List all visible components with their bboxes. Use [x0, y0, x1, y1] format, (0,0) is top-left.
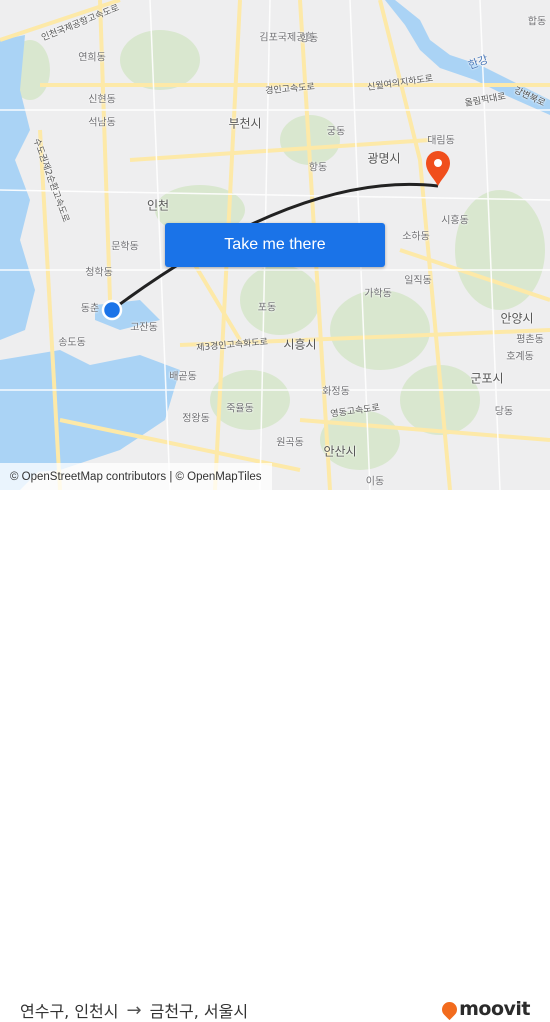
map-label-place: 궁동 [326, 126, 346, 138]
map-label-place: 포동 [257, 302, 277, 314]
map-label-city: 군포시 [470, 371, 504, 386]
map-label-place: 대림동 [427, 135, 455, 147]
destination-pin-icon[interactable] [426, 151, 450, 186]
take-me-there-button[interactable]: Take me there [165, 223, 385, 267]
map-label-place: 평촌동 [516, 334, 544, 346]
map-label-place: 송도동 [58, 337, 86, 349]
map-label-place: 당동 [494, 406, 514, 418]
map-label-place: 소하동 [402, 231, 430, 243]
map-attribution[interactable]: © OpenStreetMap contributors | © OpenMap… [0, 463, 272, 490]
map-label-place: 합동 [527, 16, 547, 28]
map-label-place: 일직동 [404, 275, 432, 287]
map-label-place: 이동 [365, 476, 385, 488]
map-label-place: 시흥동 [441, 215, 469, 227]
map-label-place: 연희동 [78, 52, 106, 64]
map-label-place: 가학동 [364, 288, 392, 300]
moovit-pin-icon [439, 998, 461, 1020]
origin-dot [101, 299, 123, 321]
map-label-city: 부천시 [228, 116, 262, 131]
moovit-wordmark: moovit [459, 998, 530, 1020]
destination-name: 금천구, 서울시 [149, 1002, 249, 1021]
moovit-logo: moovit [439, 998, 530, 1020]
map-label-city: 광명시 [367, 151, 401, 166]
route-summary: 연수구, 인천시 → 금천구, 서울시 [20, 998, 248, 1022]
arrow-right-icon: → [126, 999, 142, 1021]
map-label-place: 항동 [299, 33, 319, 45]
map-label-place: 원곡동 [276, 437, 304, 449]
map-label-place: 배곧동 [169, 371, 197, 383]
map-label-city: 안양시 [500, 311, 534, 326]
map[interactable]: 인천국제공항고속도로 김포국제공항 연희동 경인고속도로 신월여의지하도로 한강 올림픽대로… [0, 0, 550, 490]
map-label-place: 죽율동 [226, 403, 254, 415]
bottom-bar: 연수구, 인천시 → 금천구, 서울시 moovit [0, 490, 550, 1021]
map-label-place: 문학동 [111, 241, 139, 253]
origin-name: 연수구, 인천시 [20, 1002, 119, 1021]
map-label-place: 정왕동 [182, 413, 210, 425]
map-label-place: 호계동 [506, 351, 534, 363]
map-label-city: 안산시 [323, 444, 357, 459]
map-label-city: 시흥시 [283, 337, 317, 352]
map-label-city: 인천 [146, 198, 170, 213]
map-label-place: 청학동 [85, 267, 113, 279]
map-label-place: 고잔동 [130, 322, 158, 334]
map-label-place: 화정동 [322, 386, 350, 398]
map-label-place: 동춘 [80, 303, 100, 315]
map-label-place: 석남동 [88, 117, 116, 129]
map-label-place: 항동 [308, 162, 328, 174]
map-label-place: 신현동 [88, 94, 116, 106]
